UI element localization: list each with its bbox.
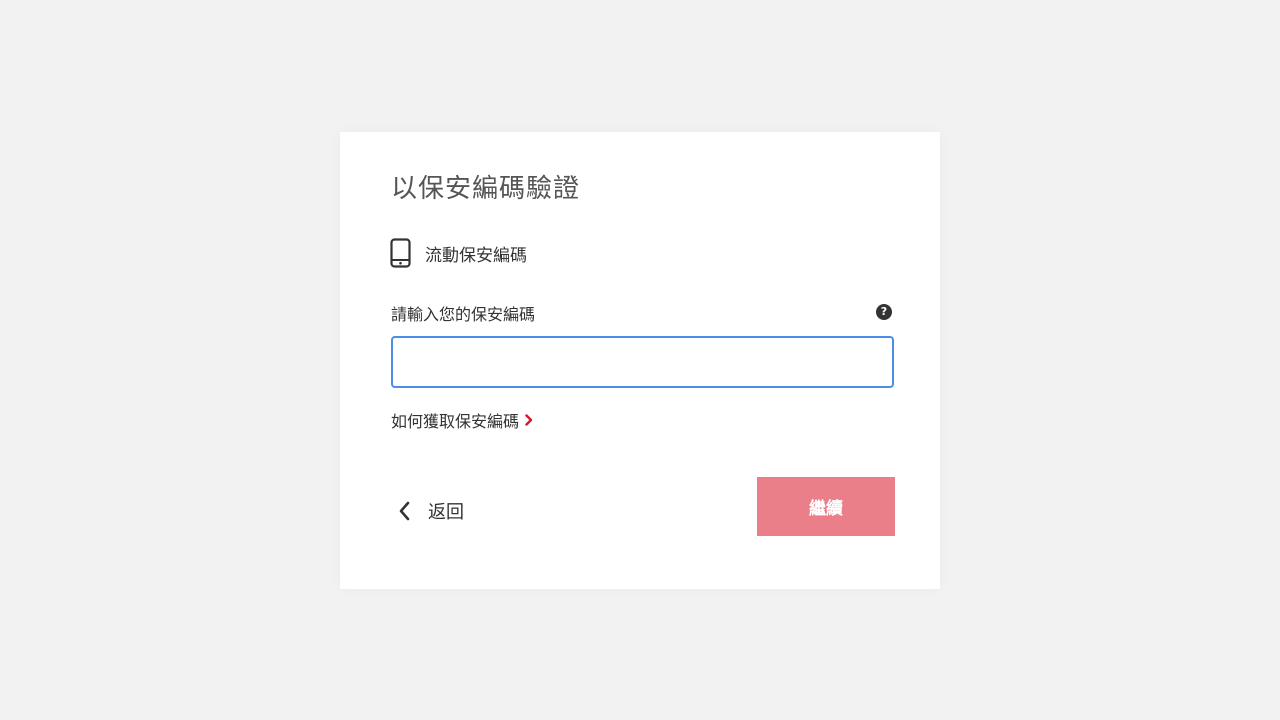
continue-button[interactable]: 繼續: [757, 477, 895, 536]
chevron-left-icon: [399, 501, 410, 521]
code-field-label: 請輸入您的保安編碼: [391, 305, 536, 324]
chevron-right-icon: [525, 414, 533, 426]
back-button[interactable]: 返回: [398, 498, 464, 524]
how-to-get-code-label: 如何獲取保安編碼: [391, 412, 520, 431]
method-label: 流動保安編碼: [425, 245, 527, 266]
dialog-title: 以保安編碼驗證: [391, 174, 581, 204]
security-code-input[interactable]: [391, 336, 894, 388]
question-circle-icon[interactable]: ?: [876, 304, 892, 320]
mobile-phone-icon: [390, 238, 411, 268]
how-to-get-code-link[interactable]: 如何獲取保安編碼: [391, 408, 533, 432]
verification-card: 以保安編碼驗證 流動保安編碼 請輸入您的保安編碼 ? 如何獲取保安編碼 返回 繼…: [340, 132, 940, 589]
back-label: 返回: [428, 502, 464, 523]
verification-method: 流動保安編碼: [390, 238, 527, 268]
